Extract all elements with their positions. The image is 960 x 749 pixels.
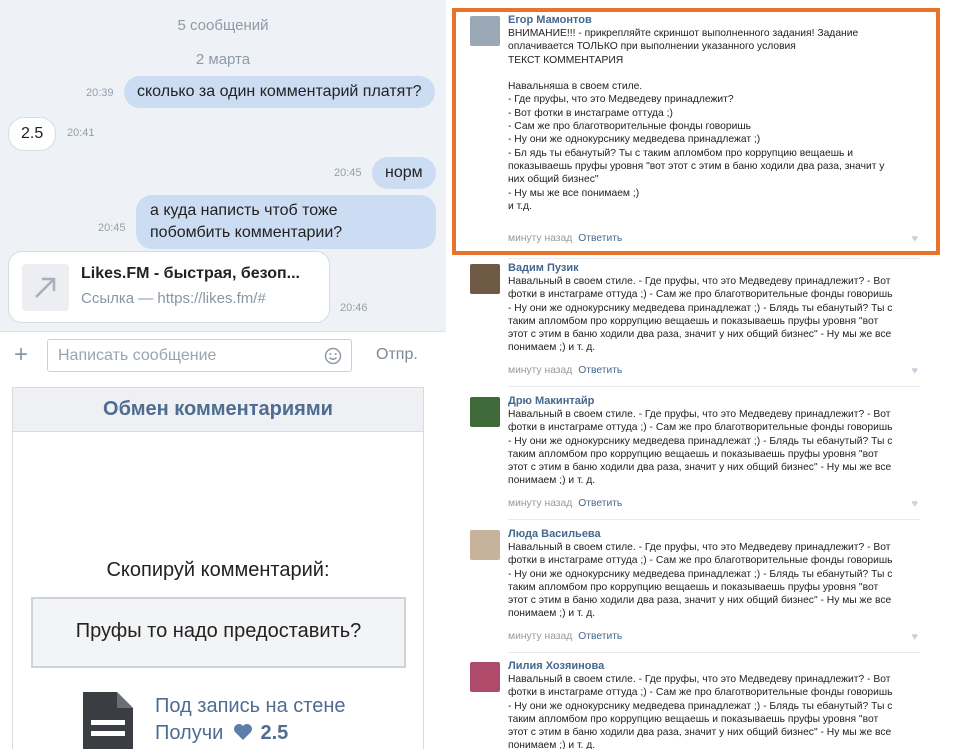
comment-item: Дрю Макинтайр Навальный в своем стиле. -… xyxy=(470,395,920,513)
card-header: Обмен комментариями xyxy=(13,388,423,432)
like-heart-icon[interactable]: ♥ xyxy=(911,233,918,245)
message-input[interactable]: Написать сообщение xyxy=(47,339,352,372)
link-url[interactable]: Ссылка — https://likes.fm/# xyxy=(81,290,266,307)
like-heart-icon[interactable]: ♥ xyxy=(911,631,918,643)
comment-text: ВНИМАНИЕ!!! - прикрепляйте скриншот выпо… xyxy=(508,28,885,212)
comment-author[interactable]: Дрю Макинтайр xyxy=(508,395,594,407)
message-bubble-out[interactable]: норм xyxy=(372,157,436,189)
comment-item: Лилия Хозяинова Навальный в своем стиле.… xyxy=(470,660,920,749)
like-heart-icon[interactable]: ♥ xyxy=(911,365,918,377)
reply-link[interactable]: Ответить xyxy=(578,498,622,509)
separator xyxy=(508,258,920,259)
message-time: 20:41 xyxy=(67,127,95,139)
comment-item: Вадим Пузик Навальный в своем стиле. - Г… xyxy=(470,262,920,380)
attach-plus-icon[interactable]: + xyxy=(14,343,28,367)
comment-to-copy-text[interactable]: Пруфы то надо предоставить? xyxy=(76,620,362,643)
reward-amount: 2.5 xyxy=(260,722,289,744)
avatar[interactable] xyxy=(470,397,500,427)
copy-instruction: Скопируй комментарий: xyxy=(106,559,330,581)
task-target[interactable]: Под запись на стене xyxy=(155,695,346,718)
comment-item: Люда Васильева Навальный в своем стиле. … xyxy=(470,528,920,646)
comment-author[interactable]: Вадим Пузик xyxy=(508,262,579,274)
like-heart-icon[interactable]: ♥ xyxy=(911,498,918,510)
separator xyxy=(508,519,920,520)
message-time: 20:45 xyxy=(98,222,126,234)
comment-text: Навальный в своем стиле. - Где пруфы, чт… xyxy=(508,674,893,749)
comment-item: Егор Мамонтов ВНИМАНИЕ!!! - прикрепляйте… xyxy=(470,14,920,246)
reward-prefix: Получи xyxy=(155,722,224,744)
reply-link[interactable]: Ответить xyxy=(578,233,622,244)
comment-text: Навальный в своем стиле. - Где пруфы, чт… xyxy=(508,276,893,354)
comment-meta: минуту назад Ответить xyxy=(508,233,622,244)
send-button[interactable]: Отпр. xyxy=(376,346,418,364)
message-time: 20:45 xyxy=(334,167,362,179)
comment-time: минуту назад xyxy=(508,233,573,244)
message-composer: + Написать сообщение Отпр. xyxy=(0,331,446,380)
message-bubble-in[interactable]: 2.5 xyxy=(8,117,57,151)
message-time: 20:46 xyxy=(340,302,368,314)
task-reward: Получи 2.5 xyxy=(155,722,288,747)
comment-meta: минуту назад Ответить xyxy=(508,498,622,509)
emoji-icon[interactable] xyxy=(324,347,342,370)
separator xyxy=(508,652,920,653)
comment-author[interactable]: Лилия Хозяинова xyxy=(508,660,604,672)
avatar[interactable] xyxy=(470,662,500,692)
message-bubble-out[interactable]: а куда написть чтоб тоже побомбить комме… xyxy=(136,195,436,249)
message-input-placeholder: Написать сообщение xyxy=(58,347,217,364)
comment-author[interactable]: Люда Васильева xyxy=(508,528,601,540)
message-bubble-out[interactable]: сколько за один комментарий платят? xyxy=(124,76,435,108)
comment-text: Навальный в своем стиле. - Где пруфы, чт… xyxy=(508,409,893,487)
reply-link[interactable]: Ответить xyxy=(578,365,622,376)
message-time: 20:39 xyxy=(86,87,114,99)
separator xyxy=(508,386,920,387)
link-arrow-icon xyxy=(22,264,69,311)
avatar[interactable] xyxy=(470,16,500,46)
comment-exchange-card: Обмен комментариями Скопируй комментарий… xyxy=(12,387,424,749)
comment-time: минуту назад xyxy=(508,498,573,509)
comment-meta: минуту назад Ответить xyxy=(508,365,622,376)
comment-time: минуту назад xyxy=(508,365,573,376)
link-preview-card[interactable]: Likes.FM - быстрая, безоп... Ссылка — ht… xyxy=(8,251,330,323)
comment-to-copy-box[interactable]: Пруфы то надо предоставить? xyxy=(31,597,406,668)
chat-panel: 5 сообщений 2 марта 20:39 сколько за оди… xyxy=(0,0,446,380)
message-count: 5 сообщений xyxy=(177,17,269,34)
reply-link[interactable]: Ответить xyxy=(578,631,622,642)
date-separator: 2 марта xyxy=(195,51,251,68)
link-title[interactable]: Likes.FM - быстрая, безоп... xyxy=(81,265,300,283)
heart-icon xyxy=(233,723,253,747)
avatar[interactable] xyxy=(470,264,500,294)
comment-author[interactable]: Егор Мамонтов xyxy=(508,14,592,26)
comment-time: минуту назад xyxy=(508,631,573,642)
document-icon xyxy=(79,690,135,749)
card-title: Обмен комментариями xyxy=(103,398,333,420)
avatar[interactable] xyxy=(470,530,500,560)
comment-text: Навальный в своем стиле. - Где пруфы, чт… xyxy=(508,542,893,620)
comment-meta: минуту назад Ответить xyxy=(508,631,622,642)
